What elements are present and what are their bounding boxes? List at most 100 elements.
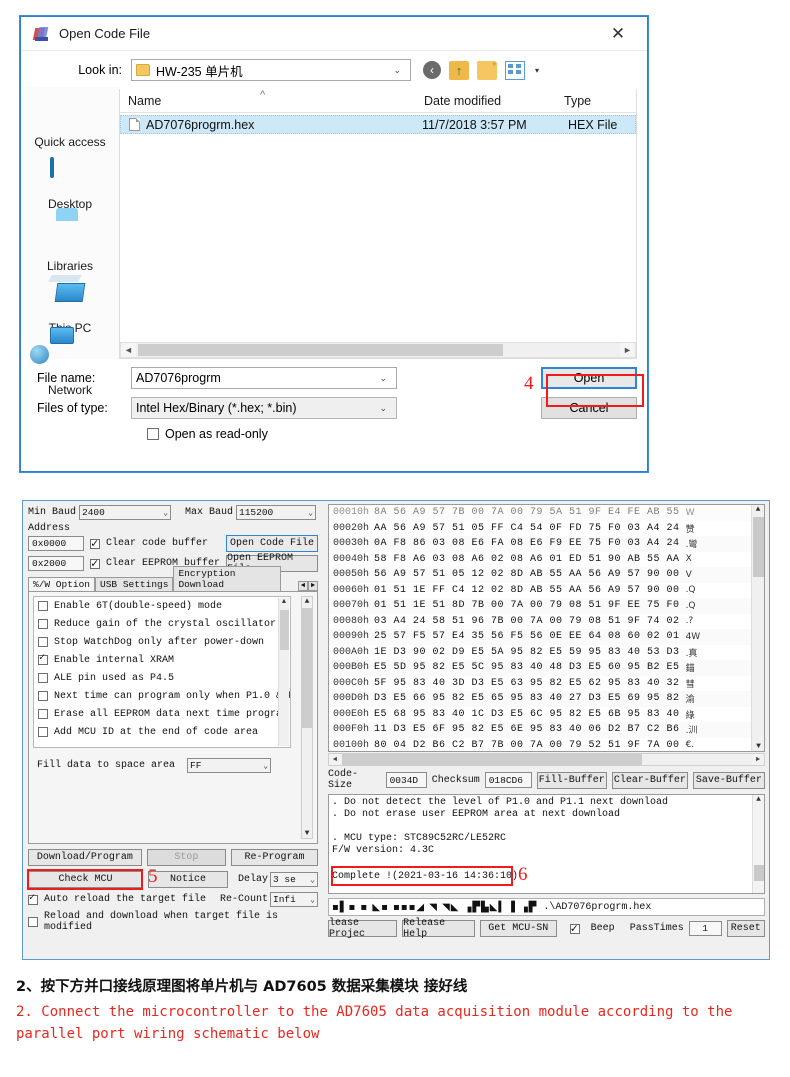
- option-row[interactable]: Enable internal XRAM: [34, 651, 290, 669]
- cancel-button[interactable]: Cancel: [541, 397, 637, 419]
- column-header-date[interactable]: Date modified: [416, 94, 556, 108]
- look-in-combo[interactable]: HW-235 单片机 ⌄: [131, 59, 411, 81]
- column-header-name[interactable]: Name ^: [120, 89, 416, 108]
- option-row[interactable]: Enable 6T(double-speed) mode: [34, 597, 290, 615]
- open-readonly-checkbox[interactable]: [147, 428, 159, 440]
- option-row[interactable]: Next time can program only when P1.0 & P…: [34, 687, 290, 705]
- close-icon[interactable]: ✕: [597, 19, 639, 49]
- hex-horizontal-scrollbar[interactable]: ◄ ►: [328, 753, 765, 766]
- stop-button[interactable]: Stop: [146, 849, 226, 866]
- eeprom-address-input[interactable]: 0x2000: [28, 556, 84, 571]
- scroll-track[interactable]: [341, 754, 752, 765]
- scroll-left-icon[interactable]: ◄: [121, 345, 136, 355]
- tab-encryption-download[interactable]: Encryption Download: [173, 566, 282, 591]
- place-libraries[interactable]: Libraries: [21, 221, 119, 273]
- max-baud-select[interactable]: 115200 ⌄: [236, 505, 317, 520]
- up-one-level-icon[interactable]: [449, 60, 469, 80]
- option-checkbox[interactable]: [38, 673, 48, 683]
- release-help-button[interactable]: Release Help: [402, 918, 475, 940]
- new-folder-icon[interactable]: [477, 59, 498, 80]
- tab-next-icon[interactable]: ►: [308, 581, 318, 591]
- scroll-thumb[interactable]: [138, 344, 503, 356]
- open-readonly-row[interactable]: Open as read-only: [21, 427, 637, 441]
- option-row[interactable]: Erase all EEPROM data next time program …: [34, 705, 290, 723]
- scroll-thumb[interactable]: [280, 610, 289, 650]
- auto-reload-checkbox[interactable]: [28, 892, 38, 905]
- clear-buffer-button[interactable]: Clear-Buffer: [611, 771, 688, 789]
- scroll-left-icon[interactable]: ◄: [329, 756, 341, 764]
- open-code-file-button[interactable]: Open Code File: [226, 535, 318, 552]
- options-list-scrollbar[interactable]: ▲: [278, 598, 289, 746]
- scroll-thumb[interactable]: [302, 608, 312, 728]
- chevron-down-icon[interactable]: ⌄: [374, 403, 392, 414]
- beep-checkbox[interactable]: [569, 921, 580, 936]
- place-desktop[interactable]: Desktop: [21, 157, 119, 211]
- option-row[interactable]: Reduce gain of the crystal oscillator: [34, 615, 290, 633]
- place-quick-access[interactable]: Quick access: [21, 97, 119, 149]
- views-icon[interactable]: [505, 60, 525, 80]
- delay-select[interactable]: 3 se ⌄: [270, 872, 318, 887]
- scroll-up-icon[interactable]: ▲: [752, 505, 764, 514]
- tab-prev-icon[interactable]: ◄: [298, 581, 308, 591]
- notice-button[interactable]: Notice: [148, 871, 228, 888]
- scroll-thumb[interactable]: [754, 865, 764, 881]
- save-buffer-button[interactable]: Save-Buffer: [692, 771, 765, 789]
- tab-usb-settings[interactable]: USB Settings: [95, 577, 174, 591]
- chevron-down-icon[interactable]: ⌄: [374, 373, 392, 384]
- log-scrollbar[interactable]: ▲: [752, 795, 764, 893]
- options-panel-scrollbar[interactable]: ▲ ▼: [301, 596, 313, 839]
- hex-buffer-view[interactable]: 00010h 8A 56 A9 57 7B 00 7A 00 79 5A 51 9…: [328, 504, 765, 752]
- scroll-down-icon[interactable]: ▼: [752, 742, 764, 751]
- clear-code-buffer-checkbox[interactable]: [90, 536, 100, 551]
- scroll-right-icon[interactable]: ►: [752, 756, 764, 764]
- release-project-button[interactable]: lease Projec: [328, 918, 398, 940]
- option-checkbox[interactable]: [38, 619, 48, 629]
- scroll-thumb[interactable]: [342, 754, 642, 765]
- scroll-up-icon[interactable]: ▲: [753, 795, 764, 804]
- file-list-hscrollbar[interactable]: ◄ ►: [120, 342, 636, 358]
- option-checkbox[interactable]: [38, 637, 48, 647]
- option-row[interactable]: ALE pin used as P4.5: [34, 669, 290, 687]
- fill-buffer-button[interactable]: Fill-Buffer: [536, 771, 607, 789]
- option-row[interactable]: Add MCU ID at the end of code area: [34, 723, 290, 741]
- tab-mcu-option[interactable]: %/W Option: [28, 577, 96, 591]
- scroll-down-icon[interactable]: ▼: [302, 829, 312, 838]
- reprogram-button[interactable]: Re-Program: [230, 849, 318, 866]
- option-checkbox[interactable]: [38, 691, 48, 701]
- auto-reload-row[interactable]: Auto reload the target file Re-Count Inf…: [28, 892, 318, 907]
- file-row[interactable]: AD7076progrm.hex 11/7/2018 3:57 PM HEX F…: [120, 115, 636, 134]
- file-type-select[interactable]: Intel Hex/Binary (*.hex; *.bin) ⌄: [131, 397, 397, 419]
- option-checkbox[interactable]: [38, 601, 48, 611]
- check-mcu-button[interactable]: Check MCU: [28, 871, 143, 888]
- open-button[interactable]: Open: [541, 367, 637, 389]
- file-name-input[interactable]: AD7076progrm ⌄: [131, 367, 397, 389]
- passtimes-value[interactable]: 1: [688, 921, 722, 936]
- chevron-down-icon[interactable]: ▾: [535, 66, 539, 75]
- scroll-right-icon[interactable]: ►: [620, 345, 635, 355]
- code-address-input[interactable]: 0x0000: [28, 536, 84, 551]
- scroll-thumb[interactable]: [753, 517, 764, 577]
- reload-download-row[interactable]: Reload and download when target file is …: [28, 911, 318, 933]
- option-checkbox[interactable]: [38, 709, 48, 719]
- back-icon[interactable]: ‹: [423, 61, 441, 79]
- scroll-up-icon[interactable]: ▲: [279, 598, 289, 606]
- dialog-titlebar: Open Code File ✕: [21, 17, 647, 51]
- download-program-button[interactable]: Download/Program: [28, 849, 142, 866]
- get-mcu-sn-button[interactable]: Get MCU-SN: [479, 920, 557, 937]
- hex-vertical-scrollbar[interactable]: ▲ ▼: [751, 505, 764, 751]
- column-header-type[interactable]: Type: [556, 94, 636, 108]
- option-row[interactable]: Stop WatchDog only after power-down: [34, 633, 290, 651]
- recount-select[interactable]: Infi ⌄: [270, 892, 318, 907]
- scroll-up-icon[interactable]: ▲: [302, 597, 312, 606]
- status-log[interactable]: . Do not detect the level of P1.0 and P1…: [328, 794, 765, 894]
- scroll-track[interactable]: [136, 343, 620, 357]
- reset-button[interactable]: Reset: [726, 920, 766, 937]
- min-baud-select[interactable]: 2400 ⌄: [79, 505, 172, 520]
- hex-bytes: 25 57 F5 57 E4 35 56 F5 56 0E EE 64 08 6…: [374, 631, 680, 643]
- caption-block: 2、按下方并口接线原理图将单片机与 AD7605 数据采集模块 接好线 2. C…: [16, 975, 776, 1045]
- option-checkbox[interactable]: [38, 652, 48, 665]
- clear-eeprom-buffer-checkbox[interactable]: [90, 556, 100, 571]
- fill-data-select[interactable]: FF ⌄: [187, 758, 272, 773]
- reload-download-checkbox[interactable]: [28, 917, 38, 927]
- option-checkbox[interactable]: [38, 727, 48, 737]
